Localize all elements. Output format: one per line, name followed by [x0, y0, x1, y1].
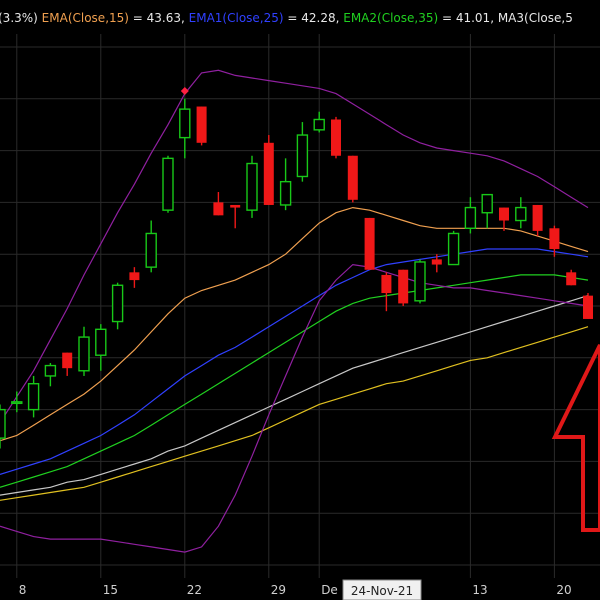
candle-body-up [447, 232, 460, 266]
candle-body-up [481, 193, 493, 214]
candle-body-down [263, 142, 274, 205]
candle-body-up [111, 284, 124, 323]
candle-body-up [145, 232, 157, 268]
legend-item: = 43.63, [129, 11, 185, 25]
candle-body-up [78, 336, 90, 372]
candle [347, 155, 358, 203]
x-tick-label: 13 [472, 583, 487, 597]
legend: (3.3%) EMA(Close,15) = 43.63, EMA1(Close… [0, 11, 573, 25]
candle-body-down [213, 202, 224, 216]
candle-body-down [549, 228, 560, 250]
legend-bar: (3.3%) EMA(Close,15) = 43.63, EMA1(Close… [0, 0, 600, 34]
legend-item: MA3(Close,5 [494, 11, 573, 25]
candle [331, 116, 341, 159]
candle-body-down [331, 119, 341, 156]
legend-item: (3.3%) [0, 11, 38, 25]
x-tick-label: De [321, 583, 338, 597]
candle-body-up [515, 206, 527, 222]
candle [246, 155, 258, 218]
plot-background [0, 0, 600, 600]
x-tick-label: 20 [556, 583, 571, 597]
candle-body-down [230, 204, 241, 208]
legend-item: = 41.01, [438, 11, 494, 25]
candle-body-up [179, 108, 191, 139]
x-tick-label: 15 [103, 583, 118, 597]
legend-item: = 42.28, [284, 11, 340, 25]
x-tick-label: 8 [19, 583, 27, 597]
candle [196, 106, 207, 146]
candle [414, 259, 426, 304]
candle-body-down [364, 217, 375, 270]
candle-body-up [0, 408, 6, 439]
legend-item: EMA(Close,15) [38, 11, 129, 25]
candle-body-down [129, 272, 140, 281]
candle-body-up [279, 180, 292, 206]
candle-body-up [246, 162, 258, 211]
candle [398, 269, 409, 306]
candle [364, 217, 375, 270]
candle-body-up [95, 328, 107, 356]
candle-body-down [566, 272, 577, 286]
cursor-date-label: 24-Nov-21 [351, 584, 413, 598]
legend-item: EMA1(Close,25) [185, 11, 284, 25]
legend-item: EMA2(Close,35) [339, 11, 438, 25]
x-tick-label: 22 [187, 583, 202, 597]
candle-body-up [27, 383, 40, 411]
candle [447, 230, 460, 266]
candle-body-down [62, 352, 73, 369]
cursor-date-box: 24-Nov-21 [342, 579, 422, 600]
candle [263, 135, 274, 205]
candle-body-up [44, 364, 57, 377]
candle-body-up [296, 134, 309, 178]
candle-body-up [162, 157, 174, 211]
candle-body-up [11, 401, 23, 405]
candle-body-up [313, 118, 325, 131]
x-tick-label: 29 [271, 583, 286, 597]
stock-chart[interactable]: (3.3%) EMA(Close,15) = 43.63, EMA1(Close… [0, 0, 600, 600]
candle-body-down [583, 295, 593, 319]
candle-body-up [414, 261, 426, 302]
candle-body-down [347, 155, 358, 200]
candle [162, 155, 174, 213]
candle-body-down [398, 269, 409, 304]
candle-body-up [464, 206, 477, 229]
x-axis: 8 15 22 29 De 13 20 [0, 578, 600, 600]
candle-body-down [381, 274, 392, 294]
candle-body-down [431, 259, 442, 265]
candle-body-down [196, 106, 207, 143]
candle-body-down [532, 204, 543, 231]
candle [583, 293, 593, 319]
candle-body-down [499, 207, 509, 221]
